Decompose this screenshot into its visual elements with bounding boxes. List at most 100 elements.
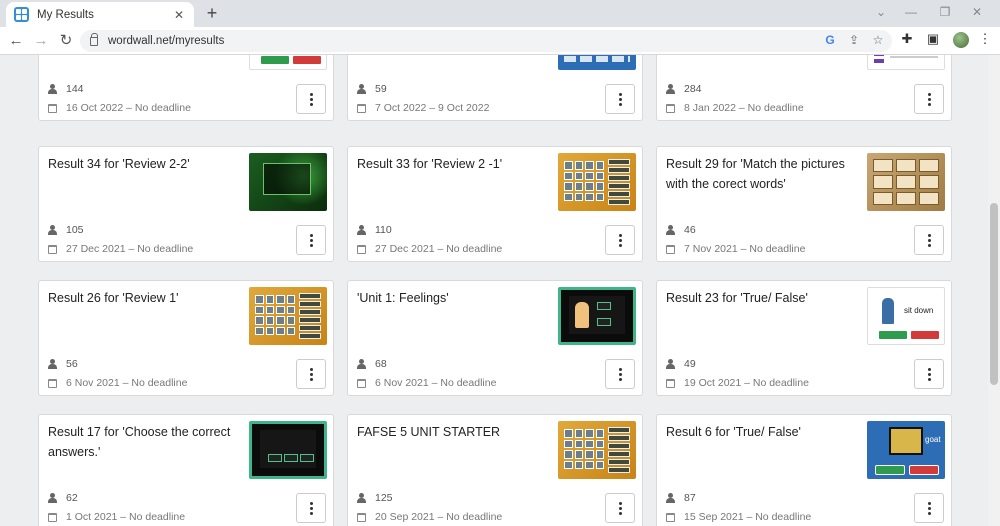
date-value: 15 Sep 2021 – No deadline (684, 511, 812, 523)
more-options-button[interactable] (605, 225, 635, 255)
browser-tab[interactable]: My Results ✕ (6, 2, 194, 27)
profile-avatar[interactable] (953, 32, 969, 48)
share-icon[interactable]: ⇪ (846, 33, 862, 47)
players-value: 68 (375, 358, 387, 370)
deadline-info: 6 Nov 2021 – No deadline (357, 377, 496, 389)
side-panel-icon[interactable]: ▣ (924, 31, 942, 47)
scrollbar-track[interactable] (988, 55, 1000, 526)
date-value: 7 Oct 2022 – 9 Oct 2022 (375, 102, 490, 114)
deadline-info: 1 Oct 2021 – No deadline (48, 511, 185, 523)
result-card[interactable]: 'Unit 1: Feelings' 68 6 Nov 2021 – No dead… (347, 280, 643, 396)
result-card[interactable]: Result 6 for 'True/ False' goat 87 15 Sep 2… (656, 414, 952, 526)
activity-thumbnail[interactable] (558, 55, 636, 70)
result-card[interactable]: Result 29 for 'Match the pictures with t… (656, 146, 952, 262)
players-value: 59 (375, 83, 387, 95)
activity-thumbnail[interactable] (249, 153, 327, 211)
activity-thumbnail[interactable] (249, 287, 327, 345)
more-options-button[interactable] (296, 493, 326, 523)
tab-search-icon[interactable]: ⌄ (866, 5, 896, 19)
deadline-info: 6 Nov 2021 – No deadline (48, 377, 187, 389)
players-value: 56 (66, 358, 78, 370)
user-icon (48, 84, 57, 94)
result-title[interactable]: Result 6 for 'True/ False' (666, 422, 852, 442)
user-icon (357, 359, 366, 369)
players-value: 62 (66, 492, 78, 504)
url-field[interactable]: wordwall.net/myresults G ⇪ ☆ (80, 30, 892, 52)
more-options-button[interactable] (605, 359, 635, 389)
chrome-menu-icon[interactable]: ⋮ (976, 31, 994, 47)
more-options-button[interactable] (914, 359, 944, 389)
result-card[interactable]: Result 34 for 'Review 2-2' 105 27 Dec 2021… (38, 146, 334, 262)
result-title[interactable]: Result 33 for 'Review 2 -1' (357, 154, 543, 174)
date-value: 1 Oct 2021 – No deadline (66, 511, 186, 523)
result-title[interactable]: Result 17 for 'Choose the correct answer… (48, 422, 234, 462)
calendar-icon (666, 378, 675, 388)
calendar-icon (48, 103, 57, 113)
more-options-button[interactable] (296, 225, 326, 255)
calendar-icon (48, 378, 57, 388)
result-title[interactable]: Result 29 for 'Match the pictures with t… (666, 154, 852, 194)
result-card[interactable]: FAFSE 5 UNIT STARTER 125 20 Sep 2021 – No … (347, 414, 643, 526)
window-restore-button[interactable]: ❐ (930, 5, 960, 19)
result-title[interactable]: Result 26 for 'Review 1' (48, 288, 234, 308)
scrollbar-thumb[interactable] (990, 203, 998, 385)
activity-thumbnail[interactable]: goat (867, 421, 945, 479)
tab-title: My Results (37, 8, 94, 21)
window-close-button[interactable]: ✕ (962, 5, 992, 19)
extensions-puzzle-icon[interactable]: ✚ (898, 31, 916, 47)
more-options-button[interactable] (605, 493, 635, 523)
bookmark-star-icon[interactable]: ☆ (870, 33, 886, 47)
result-card[interactable]: Result 26 for 'Review 1' 56 6 Nov 2021 – N… (38, 280, 334, 396)
result-card[interactable]: Result 17 for 'Choose the correct answer… (38, 414, 334, 526)
result-card[interactable]: 144 16 Oct 2022 – No deadline (38, 55, 334, 121)
result-title[interactable]: Result 34 for 'Review 2-2' (48, 154, 234, 174)
result-card[interactable]: Result 23 for 'True/ False' sit down 49 19 … (656, 280, 952, 396)
more-options-button[interactable] (914, 225, 944, 255)
reload-icon[interactable]: ↻ (56, 32, 76, 50)
activity-thumbnail[interactable] (558, 421, 636, 479)
more-options-button[interactable] (605, 84, 635, 114)
date-value: 8 Jan 2022 – No deadline (684, 102, 804, 114)
forward-arrow-icon[interactable]: → (31, 32, 51, 50)
browser-tab-bar: My Results ✕ + ⌄ — ❐ ✕ (0, 0, 1000, 27)
window-minimize-button[interactable]: — (896, 5, 926, 19)
activity-thumbnail[interactable] (867, 153, 945, 211)
activity-thumbnail[interactable] (558, 153, 636, 211)
user-icon (666, 359, 675, 369)
deadline-info: 27 Dec 2021 – No deadline (357, 243, 502, 255)
calendar-icon (357, 512, 366, 522)
tab-close-icon[interactable]: ✕ (172, 8, 186, 22)
players-value: 46 (684, 224, 696, 236)
activity-thumbnail[interactable] (249, 421, 327, 479)
players-value: 125 (375, 492, 393, 504)
deadline-info: 20 Sep 2021 – No deadline (357, 511, 502, 523)
players-count: 56 (48, 358, 78, 370)
activity-thumbnail[interactable]: sit down (867, 287, 945, 345)
players-count: 284 (666, 83, 702, 95)
date-value: 16 Oct 2022 – No deadline (66, 102, 191, 114)
activity-thumbnail[interactable] (249, 55, 327, 70)
back-arrow-icon[interactable]: ← (6, 32, 26, 50)
result-card[interactable]: 59 7 Oct 2022 – 9 Oct 2022 (347, 55, 643, 121)
activity-thumbnail[interactable] (867, 55, 945, 70)
activity-thumbnail[interactable] (558, 287, 636, 345)
result-card[interactable]: 284 8 Jan 2022 – No deadline (656, 55, 952, 121)
more-options-button[interactable] (296, 84, 326, 114)
new-tab-button[interactable]: + (202, 3, 222, 24)
user-icon (666, 493, 675, 503)
calendar-icon (357, 244, 366, 254)
more-options-button[interactable] (296, 359, 326, 389)
more-options-button[interactable] (914, 493, 944, 523)
calendar-icon (48, 244, 57, 254)
players-value: 87 (684, 492, 696, 504)
players-count: 68 (357, 358, 387, 370)
result-card[interactable]: Result 33 for 'Review 2 -1' 110 27 Dec 202… (347, 146, 643, 262)
calendar-icon (357, 103, 366, 113)
deadline-info: 8 Jan 2022 – No deadline (666, 102, 804, 114)
date-value: 6 Nov 2021 – No deadline (66, 377, 188, 389)
google-icon[interactable]: G (822, 33, 838, 47)
result-title[interactable]: Result 23 for 'True/ False' (666, 288, 852, 308)
result-title[interactable]: 'Unit 1: Feelings' (357, 288, 543, 308)
result-title[interactable]: FAFSE 5 UNIT STARTER (357, 422, 543, 442)
more-options-button[interactable] (914, 84, 944, 114)
